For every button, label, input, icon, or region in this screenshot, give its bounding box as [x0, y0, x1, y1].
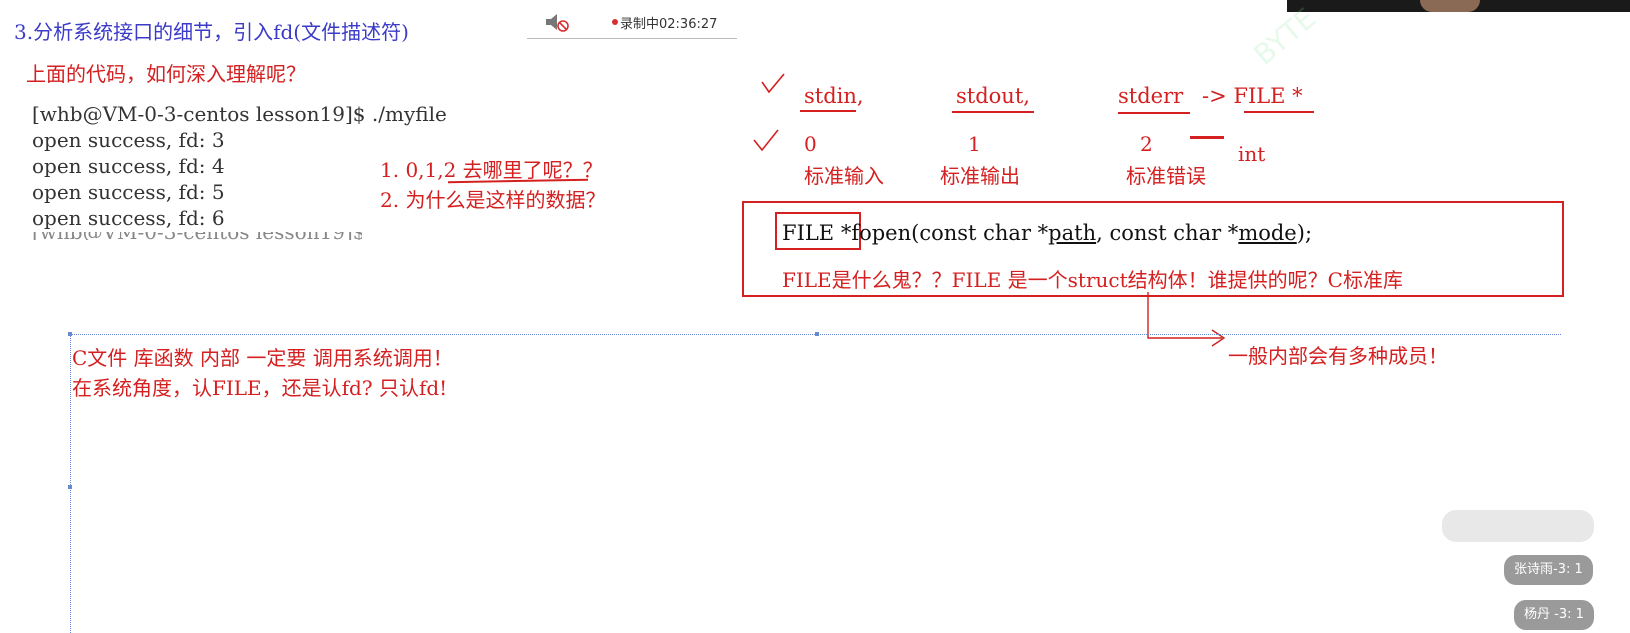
note-line: C文件 库函数 内部 一定要 调用系统调用！	[72, 346, 453, 370]
chat-message: 张诗雨-3: 1	[1504, 555, 1593, 585]
handwritten-underline	[952, 111, 1034, 113]
checkmark-icon	[753, 129, 779, 152]
terminal-line: open success, fd: 3	[32, 128, 225, 152]
terminal-line: open success, fd: 4	[32, 154, 225, 178]
handwritten-underline	[1118, 112, 1190, 114]
stream-description: 标准输入	[804, 164, 884, 188]
terminal-line: open success, fd: 5	[32, 180, 225, 204]
fd-number: 1	[968, 132, 981, 156]
recording-indicator-icon	[612, 19, 618, 25]
stream-description: 标准输出	[940, 164, 1020, 188]
checkmark-icon	[761, 73, 785, 94]
file-explanation: FILE是什么鬼？？FILE 是一个struct结构体！谁提供的呢？C标准库	[782, 268, 1403, 292]
fopen-signature: FILE *fopen(const char *path, const char…	[782, 221, 1313, 245]
recording-status: 录制中02:36:27	[620, 17, 718, 32]
speaker-muted-icon[interactable]	[543, 11, 569, 33]
webcam-face	[1420, 0, 1480, 12]
question-item-2: 2. 为什么是这样的数据？	[380, 188, 606, 212]
stderr-label: stderr	[1118, 84, 1184, 108]
file-pointer-type: -> FILE *	[1202, 84, 1303, 108]
fd-type-label: int	[1238, 142, 1266, 166]
page-title: 3.分析系统接口的细节，引入fd(文件描述符)	[14, 20, 409, 44]
handwritten-underline	[1244, 111, 1314, 113]
note-line: 在系统角度，认FILE，还是认fd? 只认fd!	[72, 376, 448, 400]
question-heading: 上面的代码，如何深入理解呢？	[26, 62, 306, 86]
terminal-line: open success, fd: 6	[32, 206, 225, 230]
chat-message-faded	[1442, 510, 1594, 542]
chat-message: 杨丹 -3: 1	[1514, 600, 1594, 630]
terminal-truncated-line: [whb@VM-0-3-centos lesson19]$	[32, 232, 362, 240]
handwritten-underline	[800, 110, 856, 112]
fd-number: 0	[804, 132, 817, 156]
stdin-label: stdin,	[804, 84, 864, 108]
terminal-command: [whb@VM-0-3-centos lesson19]$ ./myfile	[32, 102, 447, 126]
fd-number: 2	[1140, 132, 1153, 156]
stdout-label: stdout,	[956, 84, 1030, 108]
stream-description: 标准错误	[1126, 164, 1206, 188]
handwritten-dash	[1190, 136, 1224, 139]
